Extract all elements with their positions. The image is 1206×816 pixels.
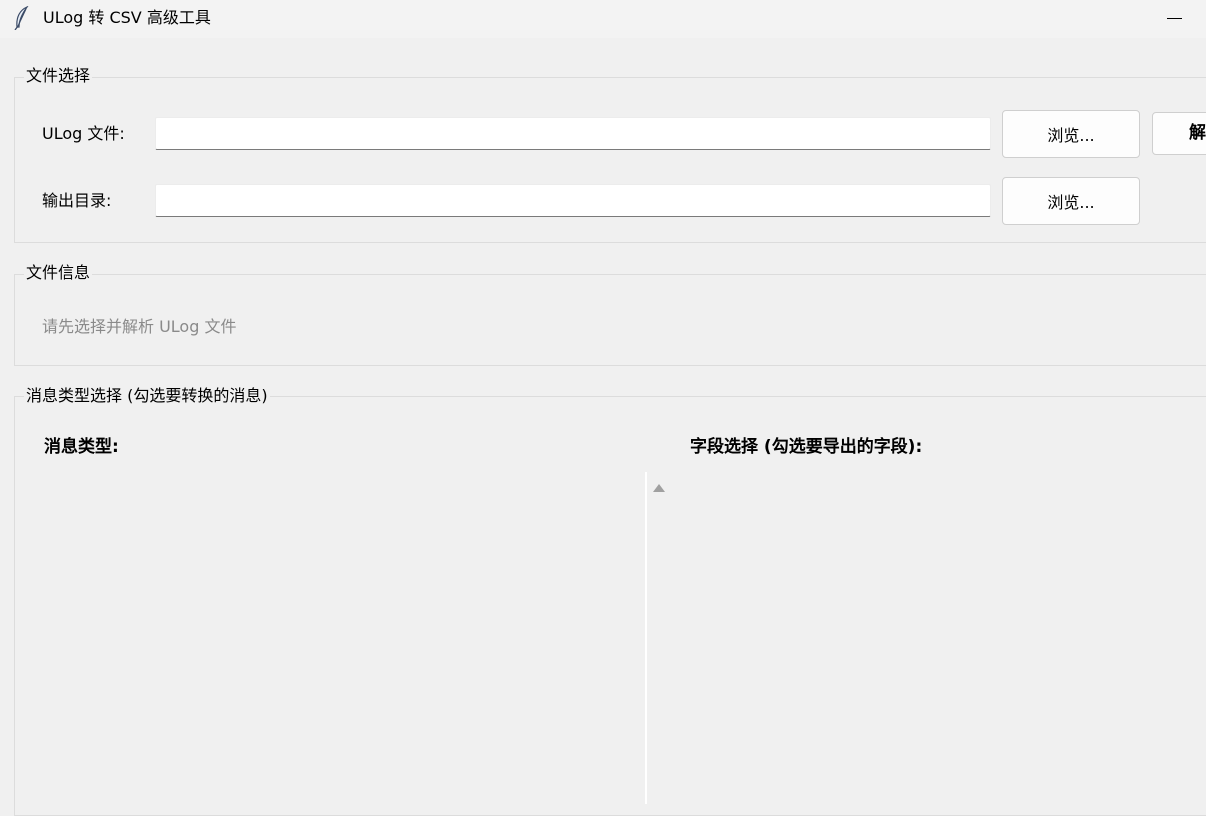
scrollbar-track bbox=[645, 472, 647, 804]
message-types-heading: 消息类型: bbox=[44, 437, 119, 457]
ulog-file-input[interactable] bbox=[155, 117, 991, 150]
output-dir-input[interactable] bbox=[155, 184, 991, 217]
title-bar: ULog 转 CSV 高级工具 bbox=[0, 0, 1206, 38]
window-title: ULog 转 CSV 高级工具 bbox=[43, 8, 211, 27]
minimize-button[interactable] bbox=[1150, 0, 1200, 38]
message-selection-legend: 消息类型选择 (勾选要转换的消息) bbox=[24, 386, 270, 406]
output-dir-label: 输出目录: bbox=[42, 191, 112, 210]
minimize-icon bbox=[1167, 18, 1182, 19]
message-list-scrollbar[interactable] bbox=[644, 472, 674, 804]
file-selection-legend: 文件选择 bbox=[24, 66, 93, 86]
scroll-up-arrow-icon[interactable] bbox=[652, 483, 666, 493]
output-browse-button[interactable]: 浏览... bbox=[1002, 177, 1140, 225]
fields-heading: 字段选择 (勾选要导出的字段): bbox=[690, 437, 923, 457]
file-info-legend: 文件信息 bbox=[24, 263, 93, 283]
ulog-browse-button[interactable]: 浏览... bbox=[1002, 110, 1140, 158]
ulog-file-label: ULog 文件: bbox=[42, 124, 125, 143]
fields-list[interactable] bbox=[674, 472, 1206, 804]
file-info-hint: 请先选择并解析 ULog 文件 bbox=[42, 317, 237, 336]
feather-icon bbox=[14, 6, 29, 30]
parse-button[interactable]: 解析 bbox=[1152, 112, 1206, 155]
message-types-list[interactable] bbox=[16, 472, 644, 804]
